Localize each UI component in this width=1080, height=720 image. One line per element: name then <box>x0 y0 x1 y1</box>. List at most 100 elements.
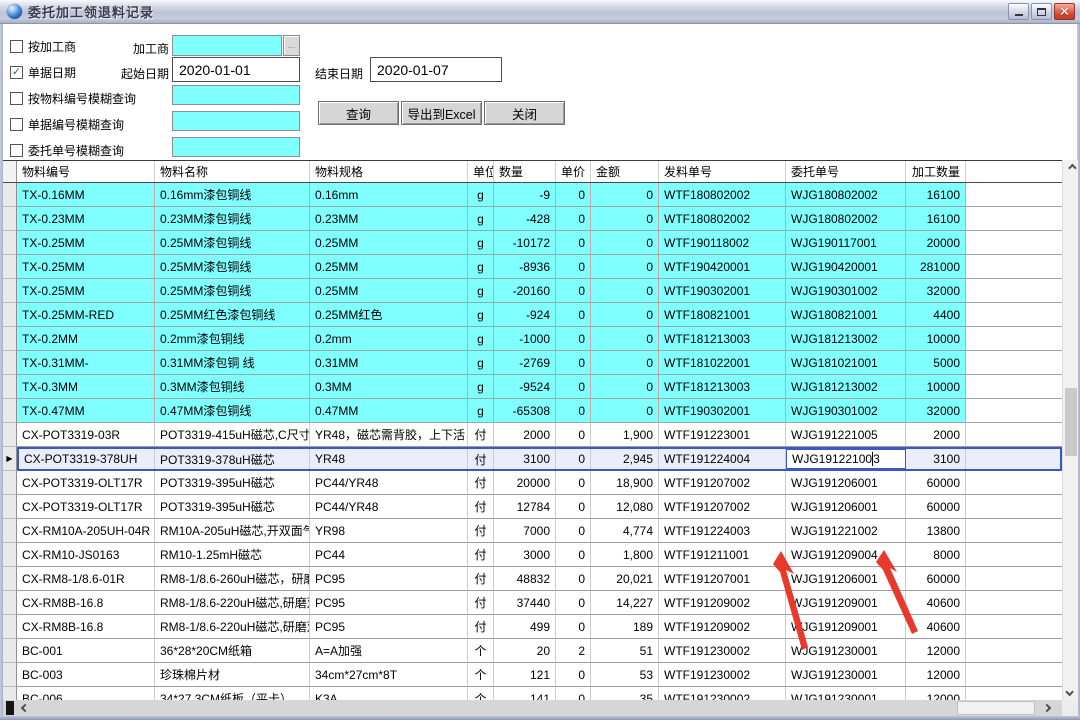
cell-proc_qty[interactable]: 40600 <box>906 591 966 615</box>
cell-unit[interactable]: g <box>468 231 494 255</box>
cell-commission_no[interactable]: WJG180802002 <box>786 207 906 231</box>
column-header-price[interactable]: 单价 <box>556 161 591 182</box>
cell-proc_qty[interactable]: 8000 <box>906 543 966 567</box>
title-bar[interactable]: 委托加工领退料记录 ✕ <box>0 0 1080 24</box>
cell-spec[interactable]: A=A加强 <box>310 639 468 663</box>
row-selector[interactable] <box>3 519 17 543</box>
cell-proc_qty[interactable]: 5000 <box>906 351 966 375</box>
cell-price[interactable]: 0 <box>556 449 591 469</box>
filter-checkbox-0[interactable]: ✓按加工商 <box>10 33 136 59</box>
cell-spec[interactable]: K3A <box>310 687 468 700</box>
checkbox-icon[interactable]: ✓ <box>10 92 23 105</box>
cell-price[interactable]: 0 <box>556 615 591 639</box>
cell-unit[interactable]: 付 <box>468 449 494 469</box>
cell-code[interactable]: TX-0.2MM <box>17 327 155 351</box>
cell-qty[interactable]: -10172 <box>494 231 556 255</box>
cell-amount[interactable]: 0 <box>591 255 659 279</box>
cell-unit[interactable]: 付 <box>468 543 494 567</box>
column-header-name[interactable]: 物料名称 <box>155 161 310 182</box>
cell-price[interactable]: 0 <box>556 567 591 591</box>
cell-commission_no[interactable]: WJG190117001 <box>786 231 906 255</box>
cell-qty[interactable]: -9 <box>494 183 556 207</box>
cell-proc_qty[interactable]: 16100 <box>906 183 966 207</box>
cell-issue_no[interactable]: WTF191230002 <box>659 639 786 663</box>
cell-name[interactable]: 34*27.3CM纸板（平卡） <box>155 687 310 700</box>
cell-proc_qty[interactable]: 32000 <box>906 279 966 303</box>
column-header-issue_no[interactable]: 发料单号 <box>659 161 786 182</box>
cell-name[interactable]: POT3319-395uH磁芯 <box>155 471 310 495</box>
cell-code[interactable]: TX-0.47MM <box>17 399 155 423</box>
cell-commission_no[interactable]: WJG181213002 <box>786 375 906 399</box>
cell-unit[interactable]: 个 <box>468 639 494 663</box>
end-date-input[interactable] <box>370 57 502 82</box>
cell-name[interactable]: RM8-1/8.6-260uH磁芯，研磨 <box>155 567 310 591</box>
close-button[interactable]: ✕ <box>1054 3 1075 20</box>
cell-name[interactable]: 0.31MM漆包铜 线 <box>155 351 310 375</box>
cell-qty[interactable]: -428 <box>494 207 556 231</box>
cell-proc_qty[interactable]: 60000 <box>906 495 966 519</box>
cell-price[interactable]: 0 <box>556 375 591 399</box>
cell-spec[interactable]: YR98 <box>310 519 468 543</box>
cell-code[interactable]: CX-POT3319-378UH <box>19 449 155 469</box>
cell-amount[interactable]: 1,800 <box>591 543 659 567</box>
cell-issue_no[interactable]: WTF191223001 <box>659 423 786 447</box>
cell-price[interactable]: 0 <box>556 327 591 351</box>
cell-unit[interactable]: g <box>468 375 494 399</box>
cell-spec[interactable]: 0.25MM <box>310 279 468 303</box>
cell-spec[interactable]: 0.31MM <box>310 351 468 375</box>
cell-price[interactable]: 0 <box>556 423 591 447</box>
cell-code[interactable]: TX-0.25MM <box>17 231 155 255</box>
cell-name[interactable]: 0.3MM漆包铜线 <box>155 375 310 399</box>
material-code-fuzzy-input[interactable] <box>172 85 300 105</box>
commission-no-edit-cell[interactable]: WJG191221003 <box>786 449 906 469</box>
horizontal-scrollbar-thumb[interactable] <box>957 701 1035 715</box>
cell-name[interactable]: RM10A-205uH磁芯,开双面气 <box>155 519 310 543</box>
cell-price[interactable]: 0 <box>556 399 591 423</box>
cell-commission_no[interactable]: WJG190420001 <box>786 255 906 279</box>
row-selector[interactable] <box>3 207 17 231</box>
cell-code[interactable]: CX-POT3319-OLT17R <box>17 471 155 495</box>
cell-commission_no[interactable]: WJG191206001 <box>786 471 906 495</box>
column-header-amount[interactable]: 金额 <box>591 161 659 182</box>
cell-name[interactable]: 珍珠棉片材 <box>155 663 310 687</box>
cell-price[interactable]: 0 <box>556 303 591 327</box>
row-selector[interactable]: ▶ <box>3 447 17 471</box>
cell-qty[interactable]: 3000 <box>494 543 556 567</box>
cell-spec[interactable]: PC95 <box>310 591 468 615</box>
cell-code[interactable]: TX-0.25MM <box>17 279 155 303</box>
cell-qty[interactable]: -20160 <box>494 279 556 303</box>
cell-qty[interactable]: 48832 <box>494 567 556 591</box>
cell-proc_qty[interactable]: 16100 <box>906 207 966 231</box>
cell-amount[interactable]: 2,945 <box>591 449 659 469</box>
cell-qty[interactable]: -9524 <box>494 375 556 399</box>
cell-amount[interactable]: 4,774 <box>591 519 659 543</box>
cell-qty[interactable]: 37440 <box>494 591 556 615</box>
cell-amount[interactable]: 189 <box>591 615 659 639</box>
cell-qty[interactable]: 3100 <box>494 449 556 469</box>
cell-commission_no[interactable]: WJG190301002 <box>786 399 906 423</box>
cell-name[interactable]: 0.25MM漆包铜线 <box>155 231 310 255</box>
cell-qty[interactable]: 499 <box>494 615 556 639</box>
cell-spec[interactable]: PC44 <box>310 543 468 567</box>
cell-price[interactable]: 0 <box>556 687 591 700</box>
cell-spec[interactable]: 0.16mm <box>310 183 468 207</box>
cell-issue_no[interactable]: WTF190118002 <box>659 231 786 255</box>
cell-commission_no[interactable]: WJG191230001 <box>786 687 906 700</box>
cell-commission_no[interactable]: WJG191206001 <box>786 495 906 519</box>
cell-unit[interactable]: g <box>468 279 494 303</box>
cell-issue_no[interactable]: WTF181213003 <box>659 375 786 399</box>
cell-qty[interactable]: 141 <box>494 687 556 700</box>
cell-name[interactable]: RM8-1/8.6-220uH磁芯,研磨双 <box>155 591 310 615</box>
row-selector[interactable] <box>3 591 17 615</box>
cell-amount[interactable]: 14,227 <box>591 591 659 615</box>
cell-unit[interactable]: 个 <box>468 687 494 700</box>
cell-issue_no[interactable]: WTF190302001 <box>659 279 786 303</box>
cell-code[interactable]: CX-POT3319-OLT17R <box>17 495 155 519</box>
cell-spec[interactable]: 0.47MM <box>310 399 468 423</box>
cell-spec[interactable]: 0.23MM <box>310 207 468 231</box>
cell-amount[interactable]: 35 <box>591 687 659 700</box>
cell-price[interactable]: 0 <box>556 543 591 567</box>
column-header-spec[interactable]: 物料规格 <box>310 161 468 182</box>
row-selector[interactable] <box>3 423 17 447</box>
row-selector[interactable] <box>3 687 17 700</box>
